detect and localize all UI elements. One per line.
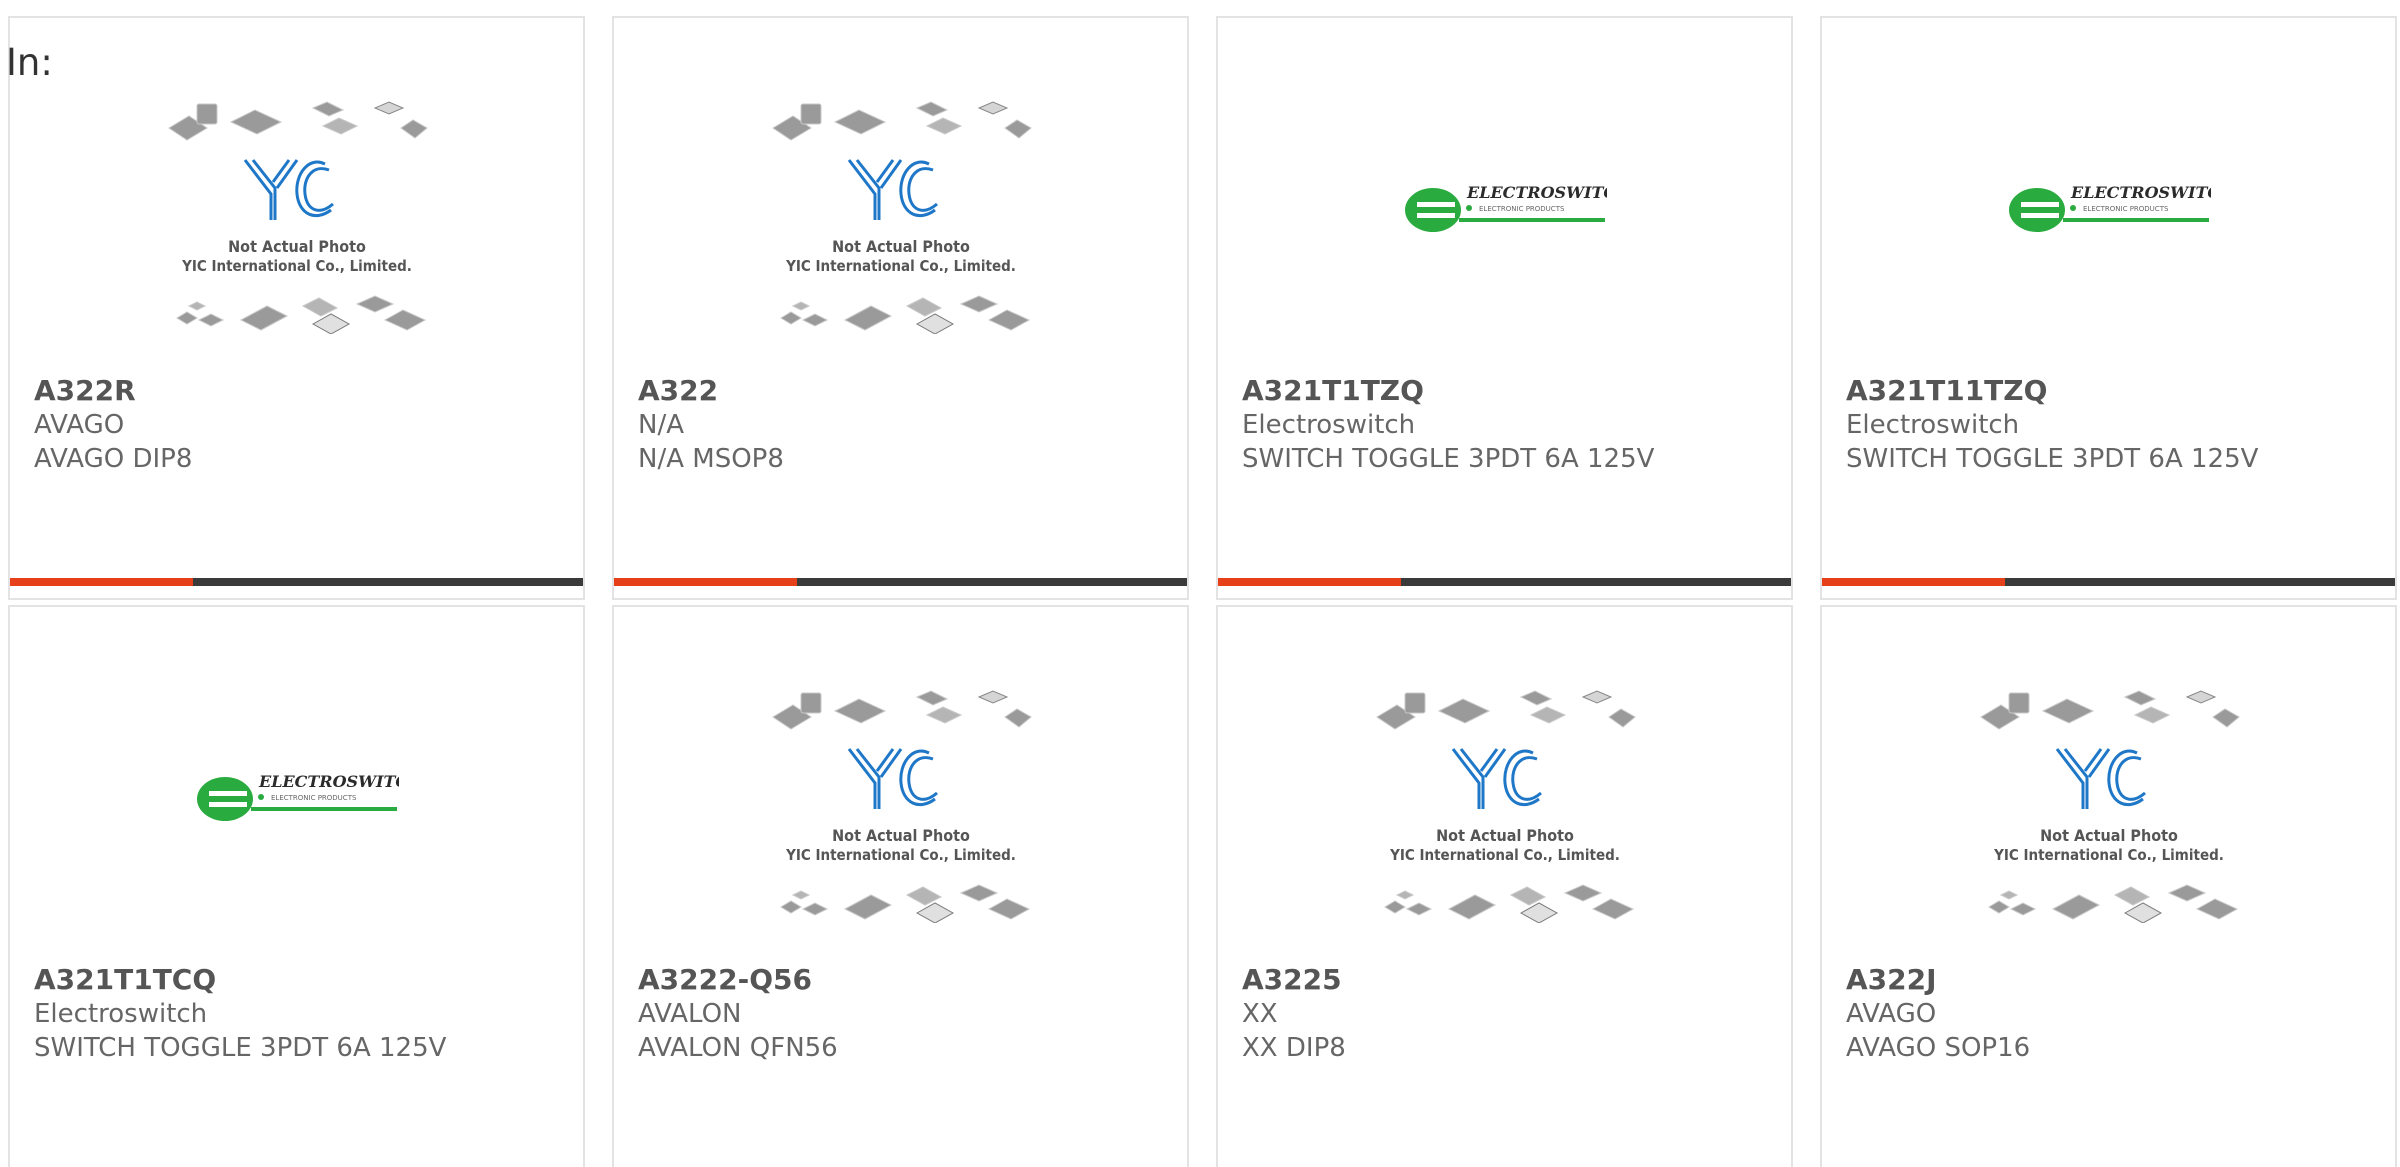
part-number-link[interactable]: A321T11TZQ [1846, 374, 2258, 408]
product-image[interactable]: Not Actual Photo YIC International Co., … [1822, 687, 2395, 957]
electroswitch-logo: ELECTROSWITCH ELECTRONIC PRODUCTS [196, 772, 399, 821]
product-info: A322J AVAGO AVAGO SOP16 [1846, 963, 2030, 1065]
part-number-link[interactable]: A322 [638, 374, 784, 408]
product-image[interactable]: ELECTROSWITCH ELECTRONIC PRODUCTS [1218, 98, 1791, 368]
accent-bar-dark [1401, 578, 1791, 586]
product-info: A321T1TCQ Electroswitch SWITCH TOGGLE 3PDT… [34, 963, 446, 1065]
product-image[interactable]: Not Actual Photo YIC International Co., … [10, 98, 583, 368]
accent-bar-orange [1822, 578, 2005, 586]
product-card[interactable]: ELECTROSWITCH ELECTRONIC PRODUCTS A321T1… [1820, 16, 2397, 600]
product-image[interactable]: ELECTROSWITCH ELECTRONIC PRODUCTS [1822, 98, 2395, 368]
part-number-link[interactable]: A321T1TCQ [34, 963, 446, 997]
product-card[interactable]: ELECTROSWITCH ELECTRONIC PRODUCTS A321T1… [8, 605, 585, 1167]
description-text: AVAGO SOP16 [1846, 1033, 2031, 1063]
product-info: A321T11TZQ Electroswitch SWITCH TOGGLE 3PD… [1846, 374, 2258, 476]
description-text: AVAGO DIP8 [34, 444, 193, 474]
manufacturer-text: N/A [638, 410, 684, 440]
description-text: SWITCH TOGGLE 3PDT 6A 125V [1242, 444, 1655, 474]
product-image[interactable]: Not Actual Photo YIC International Co., … [1218, 687, 1791, 957]
accent-bar-orange [1218, 578, 1401, 586]
manufacturer-text: Electroswitch [1846, 410, 2020, 440]
yic-logo-mark [847, 748, 938, 809]
accent-bar-orange [614, 578, 797, 586]
accent-bar-dark [2005, 578, 2395, 586]
description-text: SWITCH TOGGLE 3PDT 6A 125V [34, 1033, 447, 1063]
product-info: A322R AVAGO AVAGO DIP8 [34, 374, 192, 476]
product-image[interactable]: ELECTROSWITCH ELECTRONIC PRODUCTS [10, 687, 583, 957]
part-number-link[interactable]: A322R [34, 374, 192, 408]
placeholder-line1: Not Actual Photo [832, 237, 970, 256]
accent-bar-orange [10, 578, 193, 586]
placeholder-line2: YIC International Co., Limited. [785, 257, 1016, 275]
not-actual-photo-image: Not Actual Photo YIC International Co., … [771, 690, 1032, 923]
manufacturer-text: XX [1242, 999, 1278, 1029]
manufacturer-text: AVALON [638, 999, 742, 1029]
placeholder-line1: Not Actual Photo [832, 826, 970, 845]
product-image[interactable]: Not Actual Photo YIC International Co., … [614, 687, 1187, 957]
electroswitch-tagline: ELECTRONIC PRODUCTS [2083, 205, 2169, 213]
not-actual-photo-image: Not Actual Photo YIC International Co., … [771, 101, 1032, 334]
manufacturer-text: Electroswitch [34, 999, 208, 1029]
yic-logo-mark [243, 159, 334, 220]
product-card[interactable]: ELECTROSWITCH ELECTRONIC PRODUCTS A321T1… [1216, 16, 1793, 600]
placeholder-line2: YIC International Co., Limited. [785, 846, 1016, 864]
manufacturer-text: Electroswitch [1242, 410, 1416, 440]
card-accent-bar [10, 578, 583, 586]
placeholder-line2: YIC International Co., Limited. [1389, 846, 1620, 864]
part-number-link[interactable]: A321T1TZQ [1242, 374, 1654, 408]
description-text: AVALON QFN56 [638, 1033, 838, 1063]
electroswitch-logo: ELECTROSWITCH ELECTRONIC PRODUCTS [2008, 183, 2211, 232]
electroswitch-brand-text: ELECTROSWITCH [2070, 183, 2211, 202]
part-number-link[interactable]: A3225 [1242, 963, 1346, 997]
manufacturer-text: AVAGO [34, 410, 125, 440]
product-image[interactable]: Not Actual Photo YIC International Co., … [614, 98, 1187, 368]
electroswitch-logo: ELECTROSWITCH ELECTRONIC PRODUCTS [1404, 183, 1607, 232]
placeholder-line2: YIC International Co., Limited. [181, 257, 412, 275]
yic-logo-mark [1451, 748, 1542, 809]
card-accent-bar [614, 578, 1187, 586]
product-card[interactable]: Not Actual Photo YIC International Co., … [612, 16, 1189, 600]
placeholder-line1: Not Actual Photo [2040, 826, 2178, 845]
yic-logo-mark [847, 159, 938, 220]
product-card[interactable]: Not Actual Photo YIC International Co., … [1820, 605, 2397, 1167]
part-number-link[interactable]: A3222-Q56 [638, 963, 838, 997]
placeholder-line1: Not Actual Photo [228, 237, 366, 256]
electroswitch-tagline: ELECTRONIC PRODUCTS [1479, 205, 1565, 213]
card-accent-bar [1218, 578, 1791, 586]
product-info: A3222-Q56 AVALON AVALON QFN56 [638, 963, 838, 1065]
description-text: N/A MSOP8 [638, 444, 784, 474]
card-accent-bar [1822, 578, 2395, 586]
product-card[interactable]: Not Actual Photo YIC International Co., … [612, 605, 1189, 1167]
product-grid-page: In: Not Actual Photo YIC International C… [0, 0, 2400, 1167]
description-text: SWITCH TOGGLE 3PDT 6A 125V [1846, 444, 2259, 474]
accent-bar-dark [797, 578, 1187, 586]
accent-bar-dark [193, 578, 583, 586]
product-info: A3225 XX XX DIP8 [1242, 963, 1346, 1065]
product-info: A321T1TZQ Electroswitch SWITCH TOGGLE 3PDT… [1242, 374, 1654, 476]
part-number-link[interactable]: A322J [1846, 963, 2030, 997]
yic-logo-mark [2055, 748, 2146, 809]
placeholder-line2: YIC International Co., Limited. [1993, 846, 2224, 864]
electroswitch-tagline: ELECTRONIC PRODUCTS [271, 794, 357, 802]
manufacturer-text: AVAGO [1846, 999, 1937, 1029]
product-card[interactable]: Not Actual Photo YIC International Co., … [8, 16, 585, 600]
not-actual-photo-image: Not Actual Photo YIC International Co., … [1979, 690, 2240, 923]
in-label: In: [6, 41, 53, 84]
description-text: XX DIP8 [1242, 1033, 1346, 1063]
electroswitch-brand-text: ELECTROSWITCH [1466, 183, 1607, 202]
product-card[interactable]: Not Actual Photo YIC International Co., … [1216, 605, 1793, 1167]
electroswitch-brand-text: ELECTROSWITCH [258, 772, 399, 791]
not-actual-photo-image: Not Actual Photo YIC International Co., … [1375, 690, 1636, 923]
product-info: A322 N/A N/A MSOP8 [638, 374, 784, 476]
placeholder-line1: Not Actual Photo [1436, 826, 1574, 845]
not-actual-photo-image: Not Actual Photo YIC International Co., … [167, 101, 428, 334]
